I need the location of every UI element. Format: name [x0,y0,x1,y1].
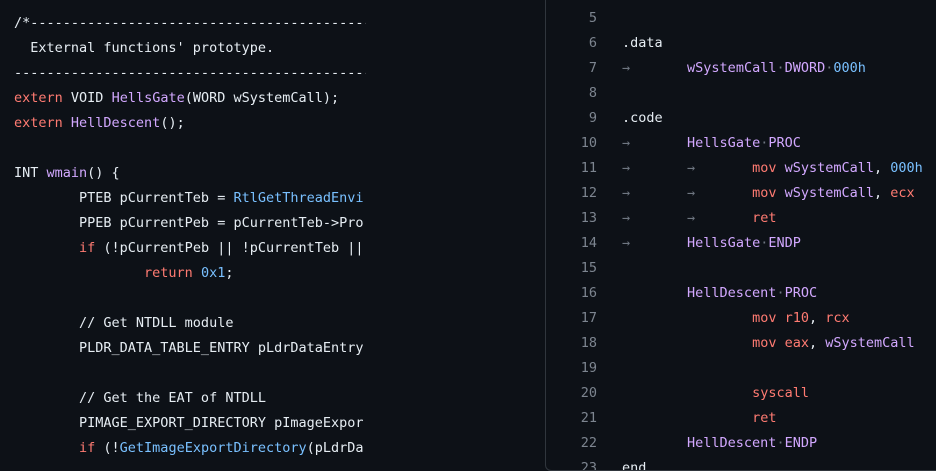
asm-directive: .data [622,35,663,51]
c-source-panel: /*--------------------------------------… [0,0,366,469]
line-number: 8 [588,85,597,101]
asm-code-line: syscall [622,381,809,406]
asm-keyword: ENDP [768,235,801,251]
asm-code-line: mov r10, rcx [752,310,850,326]
line-number: 6 [588,35,597,51]
tab-arrow-icon: → [622,210,631,226]
line-number: 22 [580,435,597,451]
code-line-comment-ntdll: // Get NTDLL module [14,315,234,331]
asm-directive: .code [622,110,663,126]
asm-keyword: PROC [768,135,801,151]
line-number: 18 [580,335,597,351]
code-line-comment-open: /*--------------------------------------… [14,15,366,31]
tab-arrow-icon: → [687,160,696,176]
line-number: 9 [588,110,597,126]
code-line-extern-helldescent: extern HellDescent(); [14,115,185,131]
asm-code-line: → HellsGate·PROC [622,135,801,151]
asm-identifier: wSystemCall [687,60,777,76]
tab-arrow-icon: → [622,235,631,251]
asm-opcode: ret [752,210,777,226]
line-number: 16 [580,285,597,301]
line-number: 19 [580,360,597,376]
line-number: 11 [580,160,597,176]
asm-identifier: HellsGate [687,235,761,251]
asm-code-line: HellDescent·ENDP [687,435,818,451]
asm-operand: r10 [784,310,809,326]
line-number: 15 [580,260,597,276]
tab-arrow-icon: → [687,210,696,226]
asm-code-line: ret [622,406,776,431]
code-line-if-export: if (!GetImageExportDirectory(pLdrDa [14,440,364,456]
code-line-extern-hellsgate: extern VOID HellsGate(WORD wSystemCall); [14,90,340,106]
asm-code-line: → HellsGate·ENDP [622,235,801,251]
code-line-ppeb: PPEB pCurrentPeb = pCurrentTeb->Pro [14,215,364,231]
asm-code-line: → wSystemCall·DWORD·000h [622,60,866,76]
asm-operand: 000h [890,160,923,176]
asm-number: 000h [833,60,866,76]
panel-gap [366,0,546,469]
code-line-comment-eat: // Get the EAT of NTDLL [14,390,266,406]
asm-opcode: mov [752,160,777,176]
asm-keyword: DWORD [784,60,826,76]
tab-arrow-icon: → [622,160,631,176]
asm-code-line: → → mov wSystemCall, 000h [622,160,923,176]
asm-opcode: syscall [752,385,809,401]
asm-operand: wSystemCall [784,160,875,176]
asm-identifier: HellDescent [687,285,777,301]
line-number: 10 [580,135,597,151]
asm-code-line: HellDescent·PROC [687,285,818,301]
asm-opcode: mov [752,335,777,351]
code-line-if-check: if (!pCurrentPeb || !pCurrentTeb || [14,240,364,256]
asm-identifier: HellsGate [687,135,761,151]
asm-code-block: 5 6 .data 7 → wSystemCall·DWORD·000h 8 9 .code 1… [545,0,936,471]
line-number: 20 [580,385,597,401]
asm-operand: eax [784,335,809,351]
line-number: 13 [580,210,597,226]
line-number: 17 [580,310,597,326]
code-line-return: return 0x1; [14,265,234,281]
asm-code-line: → → mov wSystemCall, ecx [622,185,915,201]
line-number: 12 [580,185,597,201]
line-number: 7 [588,60,597,76]
asm-identifier: HellDescent [687,435,777,451]
asm-code-line: .data [622,31,663,56]
asm-opcode: mov [752,310,777,326]
asm-directive: end [622,460,647,471]
asm-keyword: PROC [784,285,818,301]
line-number: 14 [580,235,597,251]
code-line-pteb: PTEB pCurrentTeb = RtlGetThreadEnvi [14,190,364,206]
line-number: 5 [588,10,597,26]
code-line-comment-text: External functions' prototype. [14,40,275,56]
asm-operand: wSystemCall [784,185,875,201]
code-line-wmain: INT wmain() { [14,165,120,181]
tab-arrow-icon: → [622,60,631,76]
code-line-comment-close: ----------------------------------------… [14,65,366,81]
asm-opcode: mov [752,185,777,201]
line-number: 21 [580,410,597,426]
asm-operand: ecx [890,185,915,201]
asm-operand: rcx [825,310,850,326]
asm-code-line: .code [622,106,663,131]
code-line-export-dir: PIMAGE_EXPORT_DIRECTORY pImageExpor [14,415,364,431]
asm-opcode: ret [752,410,777,426]
code-line-ldr-entry: PLDR_DATA_TABLE_ENTRY pLdrDataEntry [14,340,364,356]
asm-code-line: mov eax, wSystemCall [752,335,915,351]
tab-arrow-icon: → [622,185,631,201]
asm-operand: wSystemCall [825,335,915,351]
asm-keyword: ENDP [784,435,818,451]
tab-arrow-icon: → [622,135,631,151]
asm-code-line: → → ret [622,206,776,231]
tab-arrow-icon: → [687,185,696,201]
